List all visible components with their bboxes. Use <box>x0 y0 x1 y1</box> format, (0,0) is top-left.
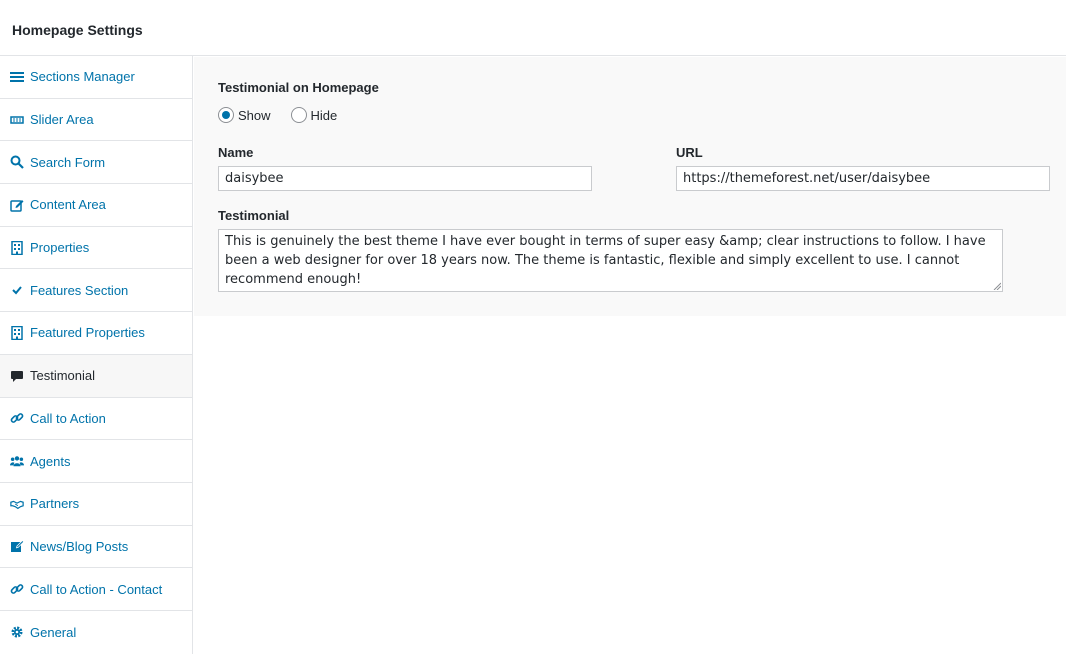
sidebar-item-label: Call to Action <box>30 410 106 426</box>
sidebar-item-search-form[interactable]: Search Form <box>0 141 192 185</box>
sidebar-item-news-blog-posts[interactable]: News/Blog Posts <box>0 526 192 569</box>
sidebar-item-featured-properties[interactable]: Featured Properties <box>0 312 192 355</box>
sidebar-item-label: Partners <box>30 496 80 512</box>
name-label: Name <box>218 145 254 160</box>
testimonial-textarea[interactable]: This is genuinely the best theme I have … <box>218 229 1003 292</box>
bars-icon <box>9 69 25 85</box>
testimonial-text: This is genuinely the best theme I have … <box>225 234 986 287</box>
resize-handle-icon[interactable] <box>993 282 1001 290</box>
sidebar-item-label: Features Section <box>30 282 129 298</box>
visibility-radio-group: Show Hide <box>218 107 357 123</box>
sidebar-item-label: Slider Area <box>30 112 94 128</box>
show-radio[interactable] <box>218 107 234 123</box>
sidebar-item-label: General <box>30 624 77 640</box>
sidebar-item-label: Sections Manager <box>30 69 135 85</box>
sidebar-item-testimonial[interactable]: Testimonial <box>0 354 192 398</box>
comment-icon <box>9 368 25 384</box>
handshake-icon <box>9 496 25 512</box>
name-input[interactable]: daisybee <box>218 166 592 191</box>
sidebar-item-features-section[interactable]: Features Section <box>0 269 192 313</box>
sidebar-item-label: News/Blog Posts <box>30 538 129 554</box>
sidebar-item-label: Call to Action - Contact <box>30 581 163 597</box>
edit-post-icon <box>9 538 25 554</box>
building-icon <box>9 240 25 256</box>
gear-icon <box>9 624 25 640</box>
sidebar-item-label: Search Form <box>30 154 106 170</box>
settings-header: Homepage Settings <box>0 0 1066 56</box>
sidebar-item-properties[interactable]: Properties <box>0 227 192 270</box>
search-icon <box>9 154 25 170</box>
sidebar-item-partners[interactable]: Partners <box>0 483 192 526</box>
link-icon <box>9 581 25 597</box>
edit-icon <box>9 197 25 213</box>
check-icon <box>9 282 25 298</box>
sidebar-item-label: Properties <box>30 240 90 256</box>
hide-radio[interactable] <box>290 107 307 123</box>
sidebar-item-label: Agents <box>30 453 71 469</box>
link-icon <box>9 410 25 426</box>
hide-radio-label[interactable]: Hide <box>311 108 338 123</box>
sidebar-item-label: Content Area <box>30 197 106 213</box>
sidebar-item-agents[interactable]: Agents <box>0 440 192 483</box>
users-icon <box>9 453 25 469</box>
sidebar-item-slider-area[interactable]: Slider Area <box>0 99 192 142</box>
show-radio-label[interactable]: Show <box>238 108 271 123</box>
sidebar-item-content-area[interactable]: Content Area <box>0 184 192 227</box>
url-input[interactable]: https://themeforest.net/user/daisybee <box>676 166 1050 191</box>
sidebar-item-general[interactable]: General <box>0 611 192 654</box>
sidebar-item-call-to-action[interactable]: Call to Action <box>0 398 192 441</box>
testimonial-label: Testimonial <box>218 208 290 223</box>
sidebar-item-sections-manager[interactable]: Sections Manager <box>0 56 192 99</box>
sidebar-item-call-to-action-contact[interactable]: Call to Action - Contact <box>0 568 192 611</box>
slider-icon <box>9 112 25 128</box>
building-icon <box>9 325 25 341</box>
url-label: URL <box>676 145 703 160</box>
page-title: Homepage Settings <box>12 22 143 38</box>
radio-selected-dot <box>222 111 230 119</box>
testimonial-settings-panel: Testimonial on Homepage Show Hide Name d… <box>194 57 1066 316</box>
sidebar-item-label: Featured Properties <box>30 325 145 341</box>
sidebar-item-label: Testimonial <box>30 368 96 384</box>
section-title: Testimonial on Homepage <box>218 80 379 95</box>
sections-sidebar: Sections Manager Slider Area Search Form… <box>0 56 193 654</box>
